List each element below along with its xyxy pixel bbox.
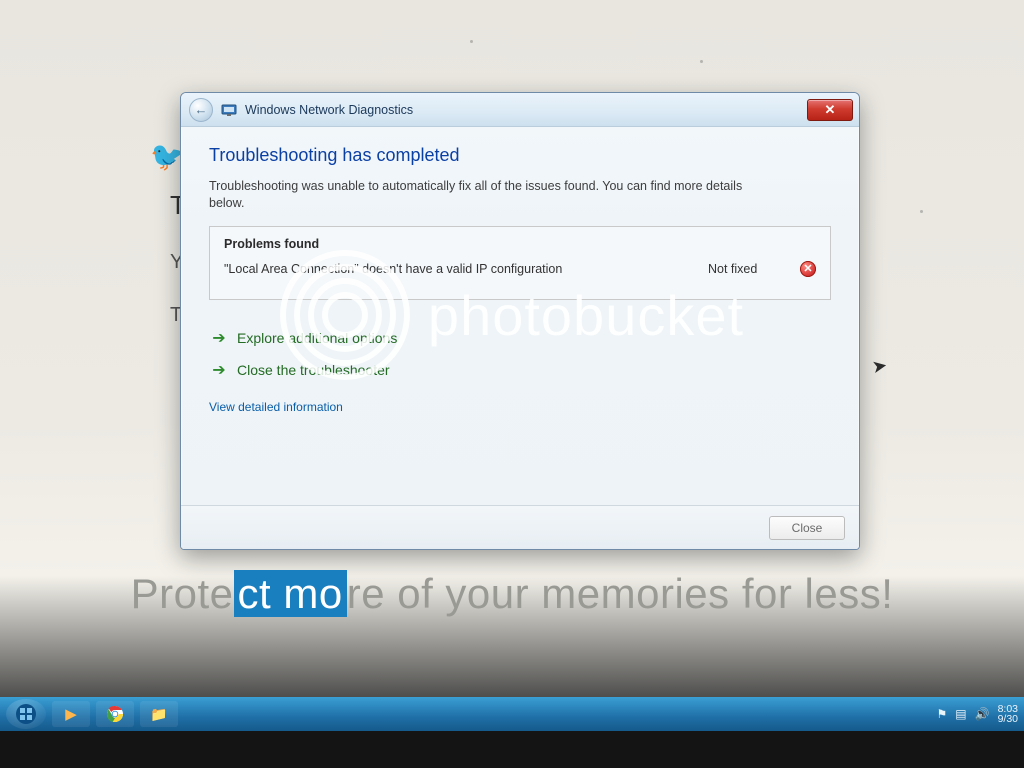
view-detailed-information-link[interactable]: View detailed information — [209, 400, 343, 414]
problems-found-box: Problems found "Local Area Connection" d… — [209, 226, 831, 300]
speck — [470, 40, 473, 43]
taskbar[interactable]: ▶ 📁 ⚑ ▤ 🔊 8:03 9/30 — [0, 697, 1024, 731]
dialog-subtext: Troubleshooting was unable to automatica… — [209, 178, 769, 212]
tray-flag-icon[interactable]: ⚑ — [937, 707, 948, 721]
option-label: Explore additional options — [237, 330, 397, 346]
error-icon: ✕ — [800, 261, 816, 277]
problem-description: "Local Area Connection" doesn't have a v… — [224, 262, 708, 276]
speck — [920, 210, 923, 213]
tagline-highlight: ct mo — [234, 570, 347, 617]
tray-date: 9/30 — [998, 714, 1018, 725]
close-troubleshooter-link[interactable]: ➔ Close the troubleshooter — [209, 354, 831, 386]
dialog-titlebar[interactable]: ← Windows Network Diagnostics ✕ — [181, 93, 859, 127]
tray-clock[interactable]: 8:03 9/30 — [998, 704, 1018, 725]
network-diagnostics-dialog: ← Windows Network Diagnostics ✕ Troubles… — [180, 92, 860, 550]
media-player-icon: ▶ — [65, 705, 77, 723]
problem-status: Not fixed — [708, 262, 788, 276]
desktop-screen: 🐦 T Y Tr ← Windows Network Diagnostics ✕… — [0, 0, 1024, 768]
close-button[interactable]: ✕ — [807, 99, 853, 121]
problem-row: "Local Area Connection" doesn't have a v… — [224, 261, 816, 277]
folder-icon: 📁 — [150, 706, 167, 723]
option-label: Close the troubleshooter — [237, 362, 390, 378]
speck — [700, 60, 703, 63]
dialog-footer: Close — [181, 505, 859, 549]
windows-logo-icon — [15, 703, 37, 725]
explore-additional-options-link[interactable]: ➔ Explore additional options — [209, 322, 831, 354]
tray-volume-icon[interactable]: 🔊 — [975, 707, 990, 721]
back-button[interactable]: ← — [189, 98, 213, 122]
tagline-part: Prote — [131, 570, 234, 617]
dialog-content: Troubleshooting has completed Troublesho… — [181, 127, 859, 428]
problems-found-title: Problems found — [224, 237, 816, 251]
chrome-icon — [106, 705, 124, 723]
tray-network-icon[interactable]: ▤ — [955, 707, 966, 721]
taskbar-media-player[interactable]: ▶ — [52, 701, 90, 727]
dialog-heading: Troubleshooting has completed — [209, 145, 831, 166]
diagnostics-icon — [221, 102, 237, 118]
close-dialog-button[interactable]: Close — [769, 516, 845, 540]
tagline-part: re of your memories for less! — [347, 570, 894, 617]
watermark-tagline: Protect more of your memories for less! — [0, 570, 1024, 618]
taskbar-chrome[interactable] — [96, 701, 134, 727]
arrow-right-icon: ➔ — [211, 328, 227, 348]
system-tray[interactable]: ⚑ ▤ 🔊 8:03 9/30 — [937, 704, 1019, 725]
start-button[interactable] — [6, 699, 46, 729]
monitor-bezel — [0, 731, 1024, 768]
close-icon: ✕ — [825, 102, 836, 118]
arrow-right-icon: ➔ — [211, 360, 227, 380]
taskbar-explorer[interactable]: 📁 — [140, 701, 178, 727]
dialog-title: Windows Network Diagnostics — [245, 103, 413, 117]
